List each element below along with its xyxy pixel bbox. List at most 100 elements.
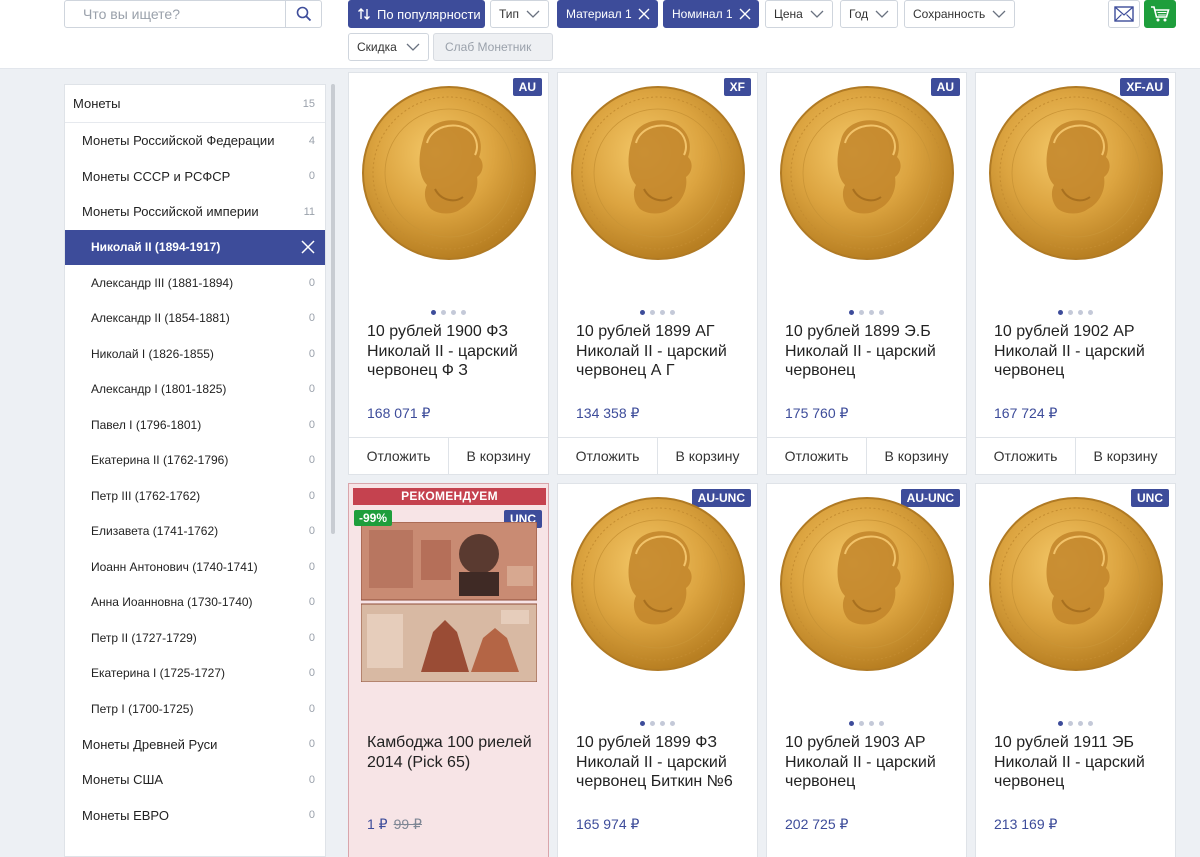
sidebar-item-ivan-antonovich[interactable]: Иоанн Антонович (1740-1741) 0 [65, 549, 325, 585]
coin-image[interactable] [988, 496, 1164, 672]
sidebar-item-count: 0 [308, 312, 315, 325]
coin-image[interactable] [570, 85, 746, 261]
product-card[interactable]: AU 10 рублей 1899 Э.Б Николай II - царск… [766, 72, 967, 475]
card-actions: Отложить В корзину [976, 437, 1175, 474]
sidebar-item-label: Монеты Российской Федерации [82, 133, 275, 149]
chevron-down-icon [526, 10, 540, 18]
product-title[interactable]: 10 рублей 1899 Э.Б Николай II - царский … [785, 322, 961, 381]
sidebar-item-label: Иоанн Антонович (1740-1741) [91, 559, 258, 574]
product-card[interactable]: XF 10 рублей 1899 АГ Николай II - царски… [557, 72, 758, 475]
filter-material[interactable]: Материал 1 [557, 0, 658, 28]
sidebar-item-paul-i[interactable]: Павел I (1796-1801) 0 [65, 407, 325, 443]
sidebar-item-label: Петр II (1727-1729) [91, 630, 197, 645]
sidebar-item-alexander-ii[interactable]: Александр II (1854-1881) 0 [65, 301, 325, 337]
product-card[interactable]: XF-AU 10 рублей 1902 АР Николай II - цар… [975, 72, 1176, 475]
close-icon[interactable] [638, 8, 650, 20]
sidebar-item-label: Александр II (1854-1881) [91, 311, 230, 326]
filter-year-label: Год [849, 7, 869, 21]
defer-button[interactable]: Отложить [767, 438, 866, 474]
sidebar-item-euro[interactable]: Монеты ЕВРО 0 [65, 798, 325, 834]
sidebar-item-peter-iii[interactable]: Петр III (1762-1762) 0 [65, 478, 325, 514]
defer-button[interactable]: Отложить [349, 438, 448, 474]
add-to-cart-button[interactable]: В корзину [866, 438, 966, 474]
filter-price[interactable]: Цена [765, 0, 833, 28]
sidebar-item-alexander-i[interactable]: Александр I (1801-1825) 0 [65, 372, 325, 408]
sidebar-item-label: Монеты СССР и РСФСР [82, 168, 231, 184]
defer-button[interactable]: Отложить [976, 438, 1075, 474]
sidebar-item-count: 0 [308, 738, 315, 751]
sidebar-item-coins[interactable]: Монеты 15 [65, 85, 325, 123]
product-price: 202 725 ₽ [785, 816, 849, 832]
category-sidebar: Монеты 15 Монеты Российской Федерации 4 … [64, 84, 326, 857]
filter-condition[interactable]: Сохранность [904, 0, 1015, 28]
image-carousel-dots[interactable] [558, 310, 757, 315]
product-title[interactable]: 10 рублей 1900 ФЗ Николай II - царский ч… [367, 322, 543, 381]
coin-image[interactable] [779, 496, 955, 672]
coin-image[interactable] [988, 85, 1164, 261]
sidebar-item-catherine-i[interactable]: Екатерина I (1725-1727) 0 [65, 656, 325, 692]
recommended-product-card[interactable]: РЕКОМЕНДУЕМ -99% UNC Камбоджа 100 риелей… [348, 483, 549, 857]
sidebar-item-usa[interactable]: Монеты США 0 [65, 762, 325, 798]
sort-icon [358, 8, 370, 20]
sidebar-item-russian-federation[interactable]: Монеты Российской Федерации 4 [65, 123, 325, 159]
cart-button[interactable] [1144, 0, 1176, 28]
product-price: 213 169 ₽ [994, 816, 1058, 832]
product-title[interactable]: 10 рублей 1899 ФЗ Николай II - царский ч… [576, 733, 752, 792]
image-carousel-dots[interactable] [349, 310, 548, 315]
sort-popularity-button[interactable]: По популярности [348, 0, 485, 28]
close-icon[interactable] [739, 8, 751, 20]
coin-image[interactable] [779, 85, 955, 261]
sidebar-scrollbar[interactable] [331, 84, 335, 534]
sidebar-item-nicholas-i[interactable]: Николай I (1826-1855) 0 [65, 336, 325, 372]
image-carousel-dots[interactable] [767, 310, 966, 315]
sidebar-item-ussr[interactable]: Монеты СССР и РСФСР 0 [65, 159, 325, 195]
image-carousel-dots[interactable] [767, 721, 966, 726]
sidebar-item-anna-ioannovna[interactable]: Анна Иоанновна (1730-1740) 0 [65, 585, 325, 621]
sidebar-item-russian-empire[interactable]: Монеты Российской империи 11 [65, 194, 325, 230]
image-carousel-dots[interactable] [558, 721, 757, 726]
search-button[interactable] [285, 1, 321, 27]
coin-image[interactable] [361, 85, 537, 261]
sidebar-item-catherine-ii[interactable]: Екатерина II (1762-1796) 0 [65, 443, 325, 479]
image-carousel-dots[interactable] [976, 310, 1175, 315]
filter-year[interactable]: Год [840, 0, 898, 28]
add-to-cart-button[interactable]: В корзину [448, 438, 548, 474]
product-card[interactable]: UNC 10 рублей 1911 ЭБ Николай II - царск… [975, 483, 1176, 857]
sidebar-item-elizabeth[interactable]: Елизавета (1741-1762) 0 [65, 514, 325, 550]
mail-button[interactable] [1108, 0, 1140, 28]
filter-slab[interactable]: Слаб Монетник [433, 33, 553, 61]
image-carousel-dots[interactable] [976, 721, 1175, 726]
defer-button[interactable]: Отложить [558, 438, 657, 474]
sidebar-item-label: Николай II (1894-1917) [91, 240, 221, 255]
product-title[interactable]: 10 рублей 1899 АГ Николай II - царский ч… [576, 322, 752, 381]
sidebar-item-count: 0 [308, 773, 315, 786]
product-title[interactable]: 10 рублей 1911 ЭБ Николай II - царский ч… [994, 733, 1170, 792]
product-title[interactable]: 10 рублей 1902 АР Николай II - царский ч… [994, 322, 1170, 381]
sidebar-item-count: 0 [308, 170, 315, 183]
sidebar-item-nicholas-ii[interactable]: Николай II (1894-1917) [65, 229, 325, 265]
filter-discount[interactable]: Скидка [348, 33, 429, 61]
product-card[interactable]: AU 10 рублей 1900 ФЗ Николай II - царски… [348, 72, 549, 475]
sidebar-item-count: 0 [308, 560, 315, 573]
product-title[interactable]: 10 рублей 1903 АР Николай II - царский ч… [785, 733, 961, 792]
filter-nominal[interactable]: Номинал 1 [663, 0, 759, 28]
close-icon[interactable] [301, 240, 315, 254]
filter-type[interactable]: Тип [490, 0, 549, 28]
banknote-image[interactable] [361, 522, 537, 682]
filter-discount-label: Скидка [357, 40, 397, 54]
sidebar-item-peter-ii[interactable]: Петр II (1727-1729) 0 [65, 620, 325, 656]
add-to-cart-button[interactable]: В корзину [1075, 438, 1175, 474]
sidebar-item-count: 0 [308, 667, 315, 680]
coin-image[interactable] [570, 496, 746, 672]
search-input[interactable] [65, 1, 285, 27]
card-actions: Отложить В корзину [767, 437, 966, 474]
product-card[interactable]: AU-UNC 10 рублей 1903 АР Николай II - ца… [766, 483, 967, 857]
sidebar-item-peter-i[interactable]: Петр I (1700-1725) 0 [65, 691, 325, 727]
card-actions: Отложить В корзину [558, 437, 757, 474]
sidebar-item-ancient-rus[interactable]: Монеты Древней Руси 0 [65, 727, 325, 763]
product-title[interactable]: Камбоджа 100 риелей 2014 (Pick 65) [367, 733, 543, 772]
sidebar-item-alexander-iii[interactable]: Александр III (1881-1894) 0 [65, 265, 325, 301]
add-to-cart-button[interactable]: В корзину [657, 438, 757, 474]
sidebar-item-count: 11 [303, 205, 315, 218]
product-card[interactable]: AU-UNC 10 рублей 1899 ФЗ Николай II - ца… [557, 483, 758, 857]
